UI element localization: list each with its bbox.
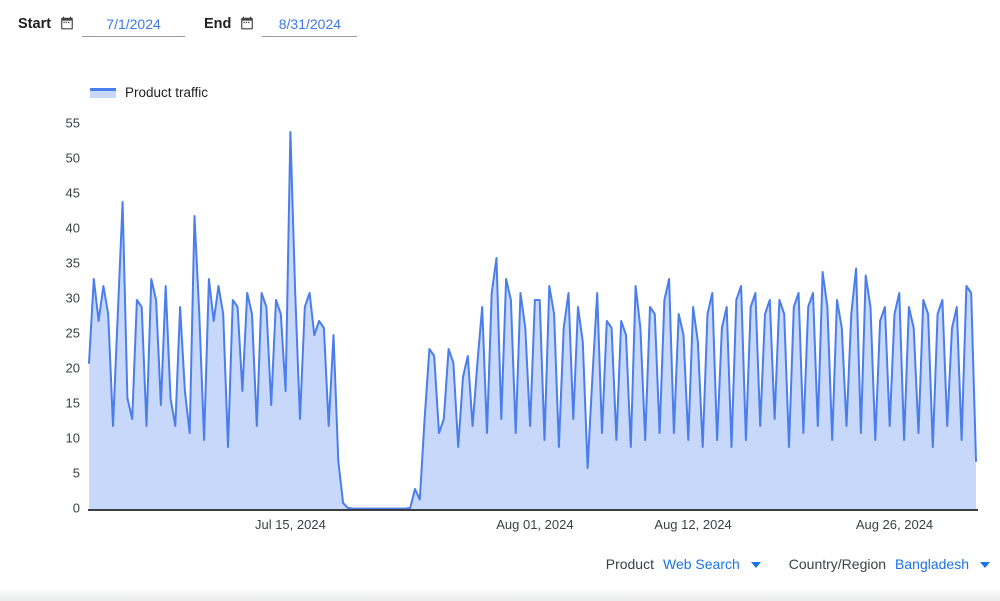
product-label: Product <box>606 556 654 572</box>
chevron-down-icon <box>980 562 990 568</box>
y-tick-label: 45 <box>66 186 80 201</box>
chevron-down-icon <box>751 562 761 568</box>
y-axis-ticks: 0 5 10 15 20 25 30 35 40 45 50 55 <box>66 116 80 516</box>
x-tick-label: Jul 15, 2024 <box>255 517 326 532</box>
y-tick-label: 5 <box>73 466 80 481</box>
region-label: Country/Region <box>789 556 886 572</box>
x-tick-label: Aug 01, 2024 <box>496 517 573 532</box>
chart-controls: Product Web Search Country/Region Bangla… <box>0 556 990 572</box>
y-tick-label: 20 <box>66 361 80 376</box>
product-select[interactable]: Web Search <box>663 556 761 572</box>
y-tick-label: 55 <box>66 116 80 131</box>
traffic-area-fill <box>89 132 976 510</box>
x-axis-ticks: Jul 15, 2024 Aug 01, 2024 Aug 12, 2024 Aug … <box>255 517 933 532</box>
y-tick-label: 0 <box>73 501 80 516</box>
y-tick-label: 35 <box>66 256 80 271</box>
y-tick-label: 25 <box>66 326 80 341</box>
y-tick-label: 15 <box>66 396 80 411</box>
region-select[interactable]: Bangladesh <box>895 556 990 572</box>
region-select-value: Bangladesh <box>895 556 969 572</box>
product-select-value: Web Search <box>663 556 740 572</box>
y-tick-label: 50 <box>66 151 80 166</box>
product-traffic-chart[interactable]: 0 5 10 15 20 25 30 35 40 45 50 55 Jul 15, 2024 Aug 0… <box>0 0 1000 601</box>
x-tick-label: Aug 12, 2024 <box>654 517 731 532</box>
y-tick-label: 40 <box>66 221 80 236</box>
x-tick-label: Aug 26, 2024 <box>856 517 933 532</box>
y-tick-label: 30 <box>66 291 80 306</box>
y-tick-label: 10 <box>66 431 80 446</box>
